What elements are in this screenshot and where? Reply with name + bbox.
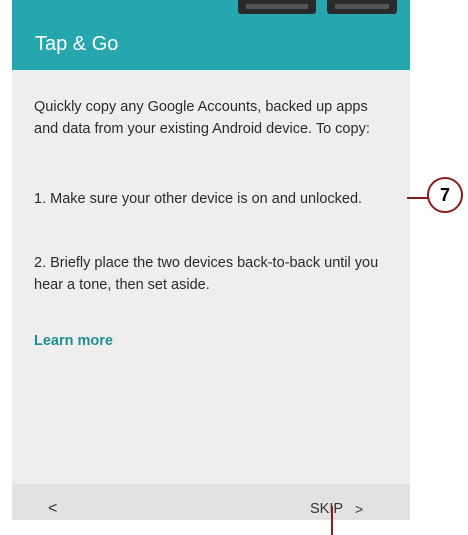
device-illustration-right xyxy=(327,0,397,14)
step-two-text: 2. Briefly place the two devices back-to… xyxy=(34,255,379,293)
header-bar: Tap & Go xyxy=(12,0,410,70)
navigation-bar: < SKIP > xyxy=(12,484,410,520)
step-callout-number: 7 xyxy=(439,184,450,205)
step-callout-badge: 7 xyxy=(427,177,463,213)
android-screen: Tap & Go Quickly copy any Google Account… xyxy=(12,0,410,520)
back-button[interactable]: < xyxy=(48,498,68,520)
chevron-left-icon: < xyxy=(48,500,58,517)
learn-more-link[interactable]: Learn more xyxy=(34,331,113,351)
skip-callout-line xyxy=(331,506,333,535)
page-title: Tap & Go xyxy=(35,33,119,55)
intro-text: Quickly copy any Google Accounts, backed… xyxy=(34,99,370,137)
chevron-right-icon: > xyxy=(355,501,364,517)
step-one-text: 1. Make sure your other device is on and… xyxy=(34,191,363,207)
skip-label: SKIP xyxy=(310,501,344,517)
skip-button[interactable]: SKIP > xyxy=(310,498,363,520)
device-illustration-left xyxy=(238,0,316,14)
